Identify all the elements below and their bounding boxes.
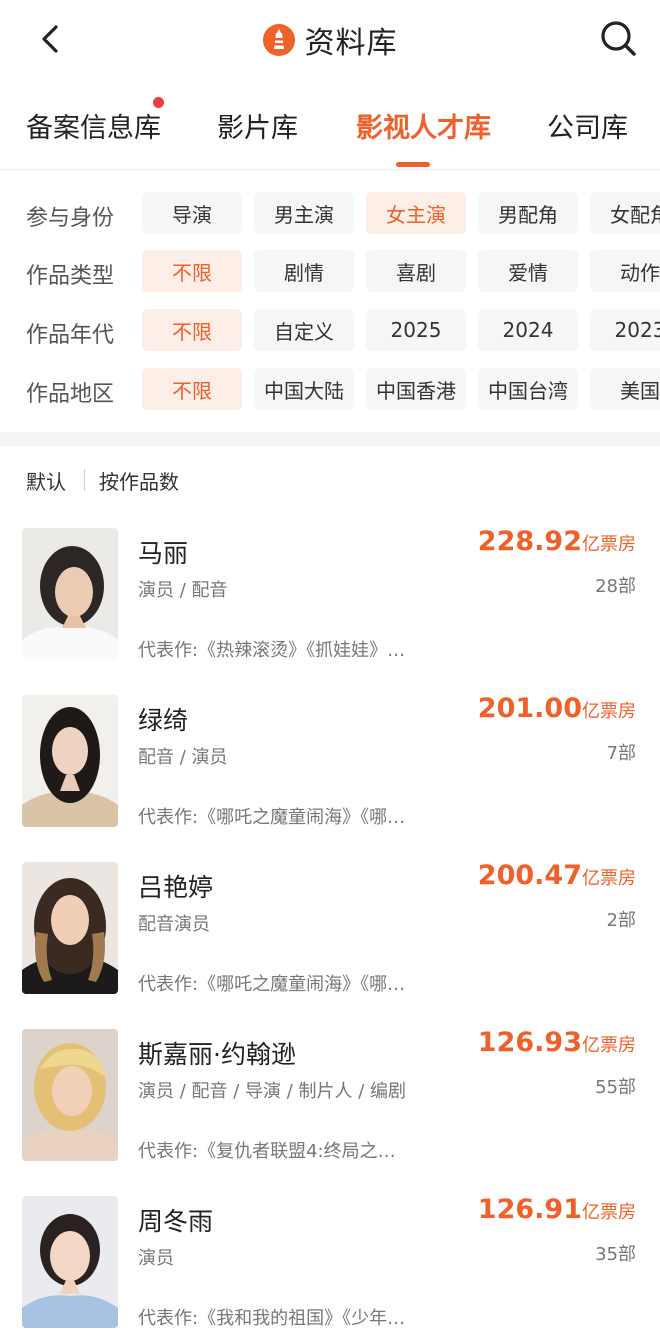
sort-default[interactable]: 默认 [26, 466, 66, 495]
avatar [22, 1196, 118, 1328]
box-office: 200.47亿票房 [478, 860, 636, 891]
person-works: 代表作:《复仇者联盟4:终局之… [138, 1141, 396, 1162]
filter-label: 作品类型 [26, 264, 115, 289]
avatar [22, 862, 118, 994]
lighthouse-icon [262, 24, 295, 56]
filter-chip[interactable]: 喜剧 [366, 250, 466, 292]
avatar [22, 1029, 118, 1161]
box-office-unit: 亿票房 [582, 1035, 636, 1056]
filter-chip[interactable]: 动作 [590, 250, 660, 292]
filter-chip[interactable]: 2023 [590, 309, 660, 351]
works-count: 35部 [595, 1244, 636, 1265]
box-office: 228.92亿票房 [478, 526, 636, 557]
person-roles: 演员 [138, 1248, 174, 1269]
filter-chip[interactable]: 男配角 [478, 192, 578, 234]
box-office-unit: 亿票房 [582, 534, 636, 555]
filter-chip[interactable]: 女配角 [590, 192, 660, 234]
filter-row-role: 参与身份 导演 男主演 女主演 男配角 女配角 [0, 192, 660, 238]
list-item[interactable]: 吕艳婷 配音演员 代表作:《哪吒之魔童闹海》《哪… 200.47亿票房 2部 [0, 844, 660, 1004]
filter-row-region: 作品地区 不限 中国大陆 中国香港 中国台湾 美国 [0, 368, 660, 414]
person-roles: 演员 / 配音 / 导演 / 制片人 / 编剧 [138, 1081, 407, 1102]
person-roles: 演员 / 配音 [138, 580, 228, 601]
main-tabs: 备案信息库 影片库 影视人才库 公司库 [0, 84, 660, 170]
box-office-value: 126.91 [477, 1194, 582, 1225]
person-name: 马丽 [138, 539, 189, 568]
filter-chip[interactable]: 男主演 [254, 192, 354, 234]
page-header: 资料库 [0, 18, 660, 62]
avatar [22, 528, 118, 660]
works-count: 28部 [595, 576, 636, 597]
avatar [22, 695, 118, 827]
list-item[interactable]: 斯嘉丽·约翰逊 演员 / 配音 / 导演 / 制片人 / 编剧 代表作:《复仇者… [0, 1011, 660, 1171]
active-tab-indicator [396, 162, 430, 167]
person-works: 代表作:《热辣滚烫》《抓娃娃》… [138, 640, 406, 661]
filter-chip-selected[interactable]: 不限 [142, 368, 242, 410]
box-office: 126.93亿票房 [478, 1027, 636, 1058]
tab-films[interactable]: 影片库 [217, 106, 298, 145]
filter-chip[interactable]: 2024 [478, 309, 578, 351]
tab-filing-info[interactable]: 备案信息库 [26, 106, 161, 145]
filter-chip[interactable]: 剧情 [254, 250, 354, 292]
tab-talent[interactable]: 影视人才库 [356, 106, 491, 145]
filter-row-era: 作品年代 不限 自定义 2025 2024 2023 [0, 309, 660, 355]
filter-chip[interactable]: 中国大陆 [254, 368, 354, 410]
filter-label: 作品年代 [26, 323, 115, 348]
person-works: 代表作:《哪吒之魔童闹海》《哪… [138, 807, 406, 828]
filter-chip-selected[interactable]: 不限 [142, 250, 242, 292]
sort-divider [84, 469, 85, 491]
filter-chip[interactable]: 美国 [590, 368, 660, 410]
works-count: 7部 [606, 743, 636, 764]
person-roles: 配音演员 [138, 914, 210, 935]
box-office-value: 201.00 [477, 693, 582, 724]
filter-chip[interactable]: 自定义 [254, 309, 354, 351]
filter-chip[interactable]: 导演 [142, 192, 242, 234]
filter-chip-selected[interactable]: 女主演 [366, 192, 466, 234]
sort-bar: 默认 按作品数 [0, 460, 660, 500]
notification-dot [153, 97, 164, 108]
box-office: 126.91亿票房 [478, 1194, 636, 1225]
person-works: 代表作:《我和我的祖国》《少年… [138, 1308, 406, 1329]
list-item[interactable]: 周冬雨 演员 代表作:《我和我的祖国》《少年… 126.91亿票房 35部 [0, 1178, 660, 1334]
works-count: 2部 [606, 910, 636, 931]
box-office-unit: 亿票房 [582, 1202, 636, 1223]
person-roles: 配音 / 演员 [138, 747, 228, 768]
list-item[interactable]: 马丽 演员 / 配音 代表作:《热辣滚烫》《抓娃娃》… 228.92亿票房 28… [0, 510, 660, 670]
sort-by-works[interactable]: 按作品数 [99, 466, 179, 495]
filter-label: 参与身份 [26, 206, 115, 231]
box-office: 201.00亿票房 [478, 693, 636, 724]
filter-panel: 参与身份 导演 男主演 女主演 男配角 女配角 作品类型 不限 剧情 喜剧 爱情… [0, 172, 660, 432]
person-works: 代表作:《哪吒之魔童闹海》《哪… [138, 974, 406, 995]
filter-chip[interactable]: 2025 [366, 309, 466, 351]
list-item[interactable]: 绿绮 配音 / 演员 代表作:《哪吒之魔童闹海》《哪… 201.00亿票房 7部 [0, 677, 660, 837]
filter-chip-selected[interactable]: 不限 [142, 309, 242, 351]
box-office-value: 228.92 [477, 526, 582, 557]
box-office-value: 200.47 [477, 860, 582, 891]
filter-chip[interactable]: 爱情 [478, 250, 578, 292]
page-title: 资料库 [304, 26, 398, 61]
box-office-unit: 亿票房 [582, 701, 636, 722]
filter-chip[interactable]: 中国香港 [366, 368, 466, 410]
box-office-unit: 亿票房 [582, 868, 636, 889]
person-name: 吕艳婷 [138, 873, 214, 902]
tab-companies[interactable]: 公司库 [547, 106, 628, 145]
search-icon[interactable] [598, 18, 640, 60]
person-name: 周冬雨 [138, 1207, 214, 1236]
box-office-value: 126.93 [477, 1027, 582, 1058]
person-name: 绿绮 [138, 706, 189, 735]
filter-row-genre: 作品类型 不限 剧情 喜剧 爱情 动作 [0, 250, 660, 296]
filter-chip[interactable]: 中国台湾 [478, 368, 578, 410]
person-name: 斯嘉丽·约翰逊 [138, 1040, 296, 1069]
top-bar: 资料库 [0, 0, 660, 84]
works-count: 55部 [595, 1077, 636, 1098]
filter-label: 作品地区 [26, 382, 115, 407]
section-divider [0, 432, 660, 446]
